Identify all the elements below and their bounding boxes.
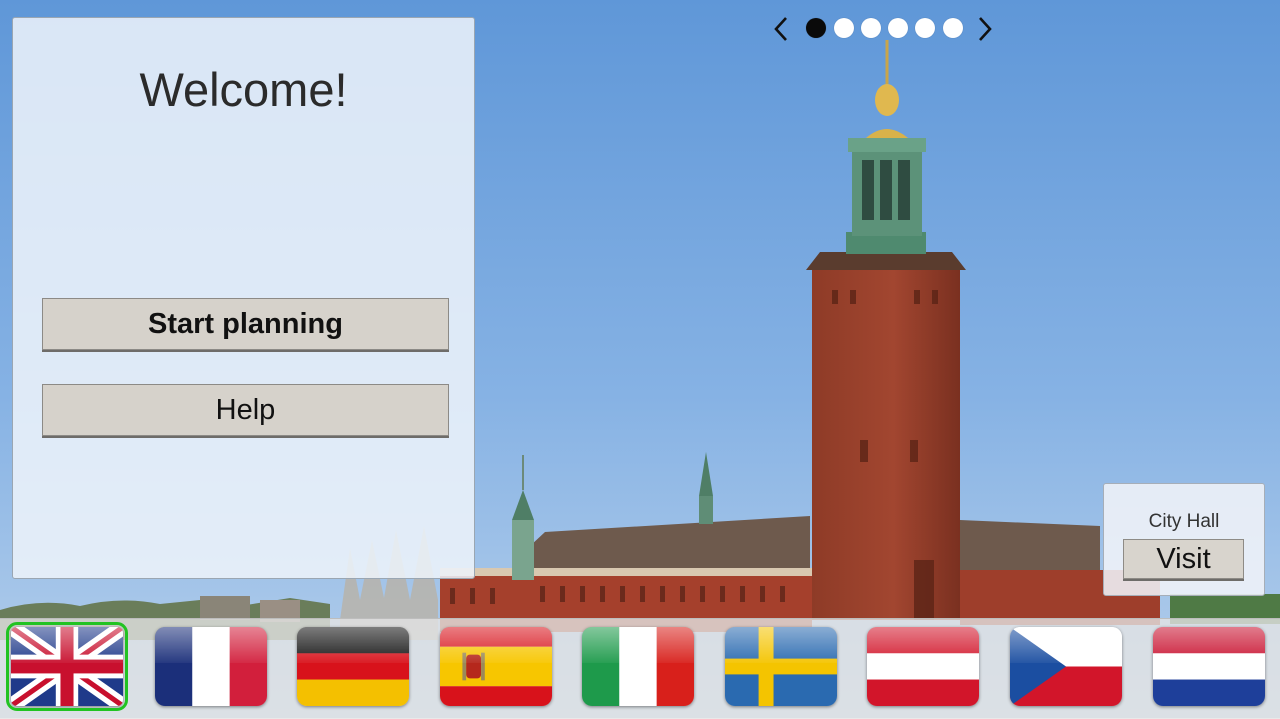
austria-flag-icon[interactable] <box>867 627 979 706</box>
carousel-dot-6[interactable] <box>943 18 963 38</box>
carousel-dot-2[interactable] <box>834 18 854 38</box>
attraction-name: City Hall <box>1148 511 1220 532</box>
carousel-dot-3[interactable] <box>861 18 881 38</box>
welcome-title: Welcome! <box>139 63 348 116</box>
czech-flag-icon[interactable] <box>1010 627 1122 706</box>
slide-carousel-nav <box>772 14 998 44</box>
start-planning-button[interactable]: Start planning <box>42 298 449 350</box>
germany-flag-icon[interactable] <box>297 627 409 706</box>
carousel-dot-5[interactable] <box>915 18 935 38</box>
netherlands-flag-icon[interactable] <box>1153 627 1265 706</box>
welcome-panel: Welcome! Start planning Help <box>12 17 475 579</box>
france-flag-icon[interactable] <box>155 627 267 706</box>
sweden-flag-icon[interactable] <box>725 627 837 706</box>
visit-button[interactable]: Visit <box>1123 539 1244 579</box>
attraction-card: City Hall Visit <box>1103 483 1265 596</box>
uk-flag-icon[interactable] <box>6 622 128 711</box>
carousel-dot-1[interactable] <box>806 18 826 38</box>
italy-flag-icon[interactable] <box>582 627 694 706</box>
chevron-right-icon[interactable] <box>976 14 994 44</box>
chevron-left-icon[interactable] <box>772 14 790 44</box>
spain-flag-icon[interactable] <box>440 627 552 706</box>
carousel-dot-4[interactable] <box>888 18 908 38</box>
help-button[interactable]: Help <box>42 384 449 436</box>
language-bar <box>0 618 1280 719</box>
